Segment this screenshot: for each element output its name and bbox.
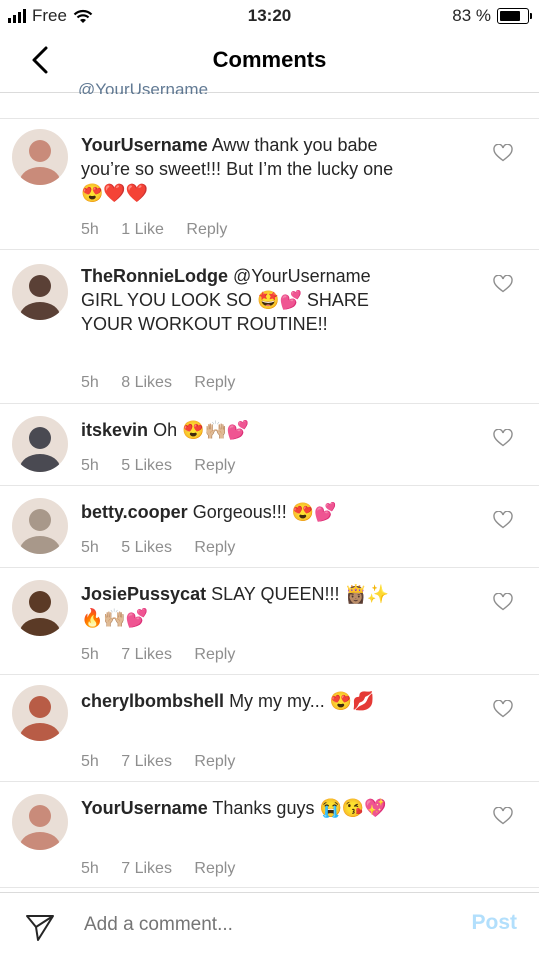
reply-button[interactable]: Reply <box>194 374 235 391</box>
comment-username[interactable]: cherylbombshell <box>81 691 224 711</box>
comment-meta: 5h 5 Likes Reply <box>81 457 253 475</box>
comment-likes[interactable]: 1 Like <box>121 221 164 238</box>
avatar[interactable] <box>12 498 68 554</box>
comment-meta: 5h 7 Likes Reply <box>81 753 253 771</box>
send-icon[interactable] <box>24 911 56 943</box>
reply-button[interactable]: Reply <box>194 753 235 770</box>
reply-button[interactable]: Reply <box>186 221 227 238</box>
comment-time: 5h <box>81 539 99 556</box>
comment-likes[interactable]: 5 Likes <box>121 457 172 474</box>
comment-composer: Post <box>0 892 539 961</box>
comment-text: TheRonnieLodge @YourUsername GIRL YOU LO… <box>81 264 411 336</box>
comment-text: itskevin Oh 😍🙌🏼💕 <box>81 418 411 442</box>
comment-likes[interactable]: 8 Likes <box>121 374 172 391</box>
status-bar: Free 13:20 83 % <box>0 0 539 30</box>
comment-time: 5h <box>81 374 99 391</box>
avatar-image <box>12 685 68 741</box>
avatar-image <box>12 580 68 636</box>
avatar[interactable] <box>12 264 68 320</box>
comment-row: JosiePussycat SLAY QUEEN!!! 👸🏽✨🔥🙌🏼💕 5h 7… <box>0 568 539 675</box>
comment-time: 5h <box>81 860 99 877</box>
page-title: Comments <box>212 47 327 72</box>
reply-button[interactable]: Reply <box>194 539 235 556</box>
heart-icon[interactable] <box>493 511 513 529</box>
comment-likes[interactable]: 7 Likes <box>121 646 172 663</box>
avatar[interactable] <box>12 794 68 850</box>
comment-text: betty.cooper Gorgeous!!! 😍💕 <box>81 500 411 524</box>
comment-row: YourUsername Thanks guys 😭😘💖 5h 7 Likes … <box>0 782 539 888</box>
heart-icon[interactable] <box>493 429 513 447</box>
comment-time: 5h <box>81 753 99 770</box>
avatar[interactable] <box>12 685 68 741</box>
avatar-image <box>12 794 68 850</box>
comment-username[interactable]: TheRonnieLodge <box>81 266 228 286</box>
heart-icon[interactable] <box>493 275 513 293</box>
comment-likes[interactable]: 7 Likes <box>121 860 172 877</box>
comment-row: cherylbombshell My my my... 😍💋 5h 7 Like… <box>0 675 539 782</box>
comment-meta: 5h 8 Likes Reply <box>81 374 253 392</box>
reply-button[interactable]: Reply <box>194 860 235 877</box>
comment-row: TheRonnieLodge @YourUsername GIRL YOU LO… <box>0 250 539 404</box>
comment-likes[interactable]: 5 Likes <box>121 539 172 556</box>
comment-body: Oh 😍🙌🏼💕 <box>153 420 250 440</box>
comment-row: itskevin Oh 😍🙌🏼💕 5h 5 Likes Reply <box>0 404 539 486</box>
comment-username[interactable]: JosiePussycat <box>81 584 206 604</box>
comment-text: YourUsername Thanks guys 😭😘💖 <box>81 796 411 820</box>
avatar-image <box>12 264 68 320</box>
avatar[interactable] <box>12 416 68 472</box>
comment-time: 5h <box>81 221 99 238</box>
comment-time: 5h <box>81 646 99 663</box>
comment-username[interactable]: betty.cooper <box>81 502 188 522</box>
comment-username[interactable]: YourUsername <box>81 798 208 818</box>
battery-icon <box>497 8 532 24</box>
avatar[interactable] <box>12 129 68 185</box>
comment-username[interactable]: YourUsername <box>81 135 208 155</box>
heart-icon[interactable] <box>493 807 513 825</box>
comment-body: Gorgeous!!! 😍💕 <box>192 502 337 522</box>
comment-body: Thanks guys 😭😘💖 <box>212 798 387 818</box>
comment-row: betty.cooper Gorgeous!!! 😍💕 5h 5 Likes R… <box>0 486 539 568</box>
reply-button[interactable]: Reply <box>194 457 235 474</box>
comment-meta: 5h 5 Likes Reply <box>81 539 253 557</box>
heart-icon[interactable] <box>493 700 513 718</box>
reply-button[interactable]: Reply <box>194 646 235 663</box>
avatar-image <box>12 498 68 554</box>
post-button[interactable]: Post <box>471 911 517 935</box>
battery-group: 83 % <box>452 6 532 26</box>
avatar[interactable] <box>12 580 68 636</box>
avatar-image <box>12 129 68 185</box>
divider <box>0 887 539 888</box>
comment-time: 5h <box>81 457 99 474</box>
comment-text: YourUsername Aww thank you babe you’re s… <box>81 133 411 205</box>
comment-meta: 5h 7 Likes Reply <box>81 860 253 878</box>
clipped-mention: @YourUsername <box>78 80 209 94</box>
comment-body: My my my... 😍💋 <box>229 691 375 711</box>
comment-input[interactable] <box>82 913 416 937</box>
heart-icon[interactable] <box>493 144 513 162</box>
avatar-image <box>12 416 68 472</box>
comment-meta: 5h 7 Likes Reply <box>81 646 253 664</box>
comment-likes[interactable]: 7 Likes <box>121 753 172 770</box>
comment-text: JosiePussycat SLAY QUEEN!!! 👸🏽✨🔥🙌🏼💕 <box>81 582 411 630</box>
comment-row: YourUsername Aww thank you babe you’re s… <box>0 119 539 250</box>
heart-icon[interactable] <box>493 593 513 611</box>
battery-percent: 83 % <box>452 6 491 25</box>
comment-text: cherylbombshell My my my... 😍💋 <box>81 689 411 713</box>
comment-username[interactable]: itskevin <box>81 420 148 440</box>
comment-meta: 5h 1 Like Reply <box>81 221 245 239</box>
